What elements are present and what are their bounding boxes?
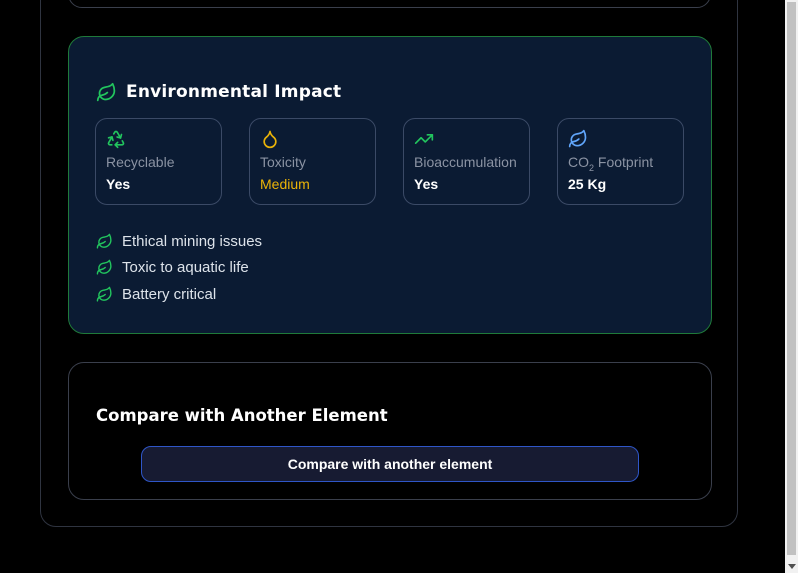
metric-bioaccumulation: Bioaccumulation Yes: [403, 118, 530, 205]
previous-section-card: [68, 0, 711, 8]
leaf-icon: [568, 129, 587, 148]
impact-text: Toxic to aquatic life: [122, 259, 249, 277]
impact-text: Battery critical: [122, 285, 217, 303]
list-item: Ethical mining issues: [96, 228, 262, 255]
metric-toxicity: Toxicity Medium: [249, 118, 376, 205]
metric-label: Toxicity: [260, 154, 306, 170]
scrollbar-thumb[interactable]: [787, 2, 796, 555]
metric-value: Yes: [414, 176, 439, 192]
metric-value: 25 Kg: [568, 176, 607, 192]
list-item: Battery critical: [96, 281, 262, 308]
list-item: Toxic to aquatic life: [96, 255, 262, 282]
impact-list: Ethical mining issues Toxic to aquatic l…: [96, 228, 262, 308]
metric-recyclable: Recyclable Yes: [95, 118, 222, 205]
scroll-down-arrow-icon[interactable]: [788, 564, 796, 569]
metric-value: Medium: [260, 176, 310, 192]
leaf-icon: [96, 82, 116, 101]
trending-up-icon: [414, 134, 434, 144]
metric-value: Yes: [106, 176, 131, 192]
recycle-icon: [107, 130, 125, 149]
section-title: Environmental Impact: [126, 82, 342, 102]
metric-label: Bioaccumulation: [414, 154, 517, 170]
leaf-icon: [96, 259, 112, 275]
leaf-icon: [96, 286, 112, 302]
metric-label: Recyclable: [106, 154, 175, 170]
metric-co2-footprint: CO2 Footprint 25 Kg: [557, 118, 684, 205]
scrollbar[interactable]: [785, 0, 798, 573]
environmental-impact-header: Environmental Impact: [96, 80, 341, 104]
compare-button[interactable]: Compare with another element: [141, 446, 639, 482]
metric-label: CO2 Footprint: [568, 154, 654, 173]
impact-text: Ethical mining issues: [122, 232, 263, 250]
droplet-icon: [263, 130, 277, 149]
compare-title: Compare with Another Element: [96, 406, 388, 425]
leaf-icon: [96, 233, 112, 249]
